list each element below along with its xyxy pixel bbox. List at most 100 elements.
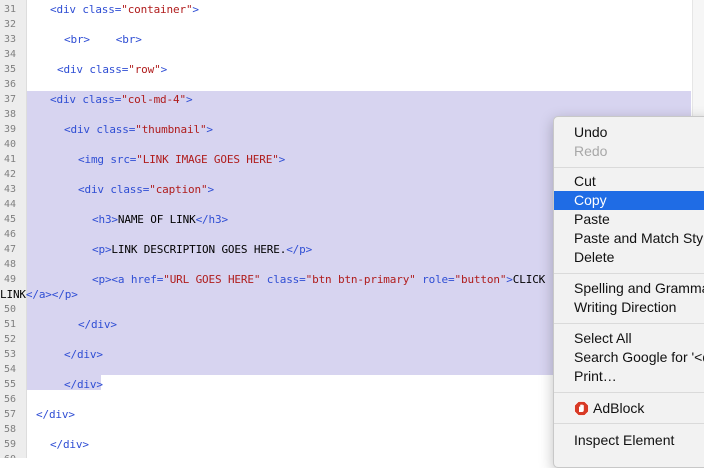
text-token: LINK bbox=[0, 288, 26, 301]
menu-item-writing-direction[interactable]: Writing Direction bbox=[554, 298, 704, 317]
adblock-icon bbox=[574, 400, 589, 416]
menu-item-redo: Redo bbox=[574, 143, 608, 159]
html-tag-token: <a bbox=[111, 273, 131, 286]
line-number: 32 bbox=[4, 19, 17, 30]
menu-separator bbox=[554, 167, 704, 168]
line-number: 34 bbox=[4, 49, 17, 60]
line-number: 57 bbox=[4, 409, 17, 420]
menu-item-inspect-element[interactable]: Inspect Element bbox=[554, 431, 704, 450]
code-line[interactable]: 34 bbox=[0, 47, 692, 62]
code-line[interactable]: 37 <div class="col-md-4"> bbox=[0, 92, 692, 107]
html-tag-token: <div bbox=[78, 183, 111, 196]
code-line[interactable]: 36 bbox=[0, 77, 692, 92]
line-number: 31 bbox=[4, 4, 17, 15]
code-text: </div> bbox=[36, 407, 75, 422]
menu-item-search-google[interactable]: Search Google for '<div class="col-md-4"… bbox=[554, 348, 704, 367]
line-number: 43 bbox=[4, 184, 17, 195]
html-tag-token: <div bbox=[57, 63, 90, 76]
html-tag-token: class= bbox=[82, 3, 122, 16]
html-tag-token: > bbox=[160, 63, 168, 76]
html-tag-token: </p> bbox=[286, 243, 313, 256]
menu-separator bbox=[554, 323, 704, 324]
line-number: 56 bbox=[4, 394, 17, 405]
line-number: 37 bbox=[4, 94, 17, 105]
context-menu[interactable]: Undo Redo Cut Copy Paste Paste and Match… bbox=[553, 116, 704, 468]
line-number: 35 bbox=[4, 64, 17, 75]
html-tag-token: > bbox=[207, 183, 214, 196]
code-text: </div> bbox=[64, 347, 103, 362]
line-number: 47 bbox=[4, 244, 17, 255]
code-text: <div class="container"> bbox=[50, 2, 199, 17]
string-token: "caption" bbox=[149, 183, 208, 196]
menu-item-paste[interactable]: Paste bbox=[554, 210, 704, 229]
line-number: 40 bbox=[4, 139, 17, 150]
line-number: 55 bbox=[4, 379, 17, 390]
menu-item-cut[interactable]: Cut bbox=[554, 172, 704, 191]
code-line[interactable]: 31 <div class="container"> bbox=[0, 2, 692, 17]
menu-separator bbox=[554, 273, 704, 274]
html-tag-token: <img bbox=[78, 153, 111, 166]
code-text: <div class="caption"> bbox=[78, 182, 214, 197]
html-tag-token: </div> bbox=[64, 348, 103, 361]
html-tag-token: role= bbox=[415, 273, 455, 286]
string-token: "LINK IMAGE GOES HERE" bbox=[136, 153, 279, 166]
text-token: LINK DESCRIPTION GOES HERE. bbox=[111, 243, 287, 256]
menu-item-select-all[interactable]: Select All bbox=[554, 329, 704, 348]
html-tag-token: </div> bbox=[36, 408, 75, 421]
string-token: "col-md-4" bbox=[121, 93, 186, 106]
line-number: 53 bbox=[4, 349, 17, 360]
line-number: 60 bbox=[0, 452, 27, 458]
menu-item-spelling-and-grammar[interactable]: Spelling and Grammar bbox=[554, 279, 704, 298]
html-tag-token: > bbox=[206, 123, 213, 136]
line-number: 45 bbox=[4, 214, 17, 225]
line-number: 48 bbox=[4, 259, 17, 270]
html-tag-token: <br> bbox=[115, 33, 142, 46]
code-line[interactable]: 33 <br> <br> bbox=[0, 32, 692, 47]
code-text: </div> bbox=[78, 317, 117, 332]
menu-item-paste-and-match-style[interactable]: Paste and Match Style bbox=[554, 229, 704, 248]
code-text: <br> <br> bbox=[64, 32, 142, 47]
string-token: "button" bbox=[454, 273, 507, 286]
string-token: "URL GOES HERE" bbox=[163, 273, 261, 286]
html-tag-token: <br> bbox=[64, 33, 90, 46]
code-line[interactable]: 35 <div class="row"> bbox=[0, 62, 692, 77]
text-token: CLICK bbox=[512, 273, 546, 286]
code-text: <p><a href="URL GOES HERE" class="btn bt… bbox=[92, 272, 545, 287]
html-tag-token: <div bbox=[50, 93, 83, 106]
menu-item-adblock[interactable]: AdBlock bbox=[554, 399, 704, 418]
line-number: 59 bbox=[4, 439, 17, 450]
menu-item-print[interactable]: Print… bbox=[554, 367, 704, 386]
line-number: 52 bbox=[4, 334, 17, 345]
html-tag-token: <div bbox=[50, 3, 83, 16]
code-text: </div> bbox=[64, 377, 103, 392]
line-number: 36 bbox=[4, 79, 17, 90]
html-tag-token: class= bbox=[110, 183, 150, 196]
line-number: 51 bbox=[4, 319, 17, 330]
html-tag-token: class= bbox=[260, 273, 306, 286]
html-tag-token: </div> bbox=[64, 378, 103, 391]
menu-separator bbox=[554, 392, 704, 393]
line-number: 49 bbox=[4, 274, 17, 285]
code-line[interactable]: 32 bbox=[0, 17, 692, 32]
html-tag-token: <p> bbox=[92, 243, 112, 256]
text-token: NAME OF LINK bbox=[117, 213, 196, 226]
menu-item-undo[interactable]: Undo bbox=[554, 123, 704, 142]
code-text: LINK</a></p> bbox=[0, 287, 78, 302]
line-number: 33 bbox=[4, 34, 17, 45]
code-text: <h3>NAME OF LINK</h3> bbox=[92, 212, 228, 227]
string-token: "btn btn-primary" bbox=[305, 273, 416, 286]
html-tag-token: <h3> bbox=[92, 213, 118, 226]
line-number: 46 bbox=[4, 229, 17, 240]
html-tag-token: href= bbox=[130, 273, 164, 286]
menu-item-delete[interactable]: Delete bbox=[554, 248, 704, 267]
line-number: 41 bbox=[4, 154, 17, 165]
code-text: <div class="col-md-4"> bbox=[50, 92, 193, 107]
html-tag-token: class= bbox=[89, 63, 129, 76]
html-tag-token: </div> bbox=[50, 438, 89, 451]
code-text: </div> bbox=[50, 437, 89, 452]
code-text: <img src="LINK IMAGE GOES HERE"> bbox=[78, 152, 285, 167]
line-number: 42 bbox=[4, 169, 17, 180]
menu-item-copy[interactable]: Copy bbox=[554, 191, 704, 210]
html-tag-token: </h3> bbox=[195, 213, 229, 226]
